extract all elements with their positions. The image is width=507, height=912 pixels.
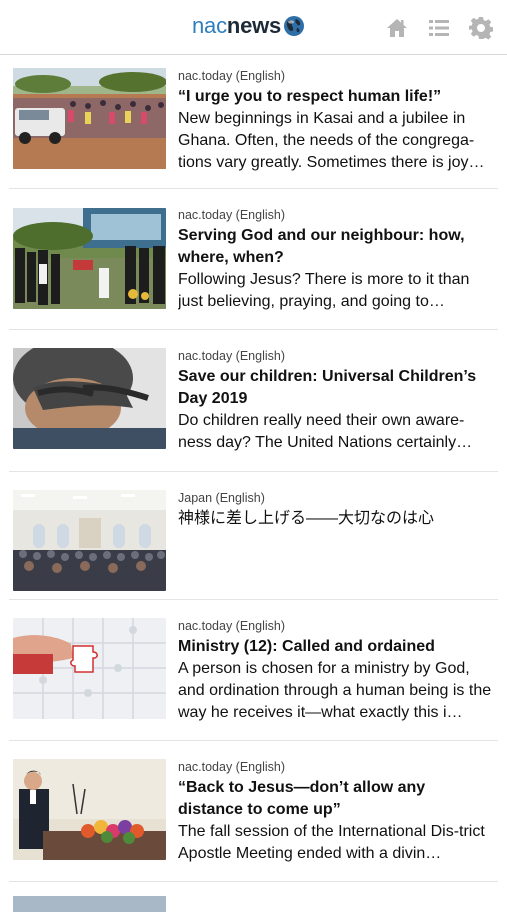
article-item[interactable]: Japan (English) 神様に差し上げる——大切なのは心 bbox=[9, 472, 498, 600]
article-thumbnail bbox=[13, 618, 166, 719]
app-header: nacnews bbox=[0, 0, 507, 55]
gear-icon[interactable] bbox=[469, 16, 493, 40]
article-source: nac.today (English) bbox=[178, 349, 286, 363]
article-thumbnail bbox=[13, 896, 166, 912]
article-title: 神様に差し上げる——大切なのは心 bbox=[178, 510, 435, 527]
article-thumbnail bbox=[13, 490, 166, 591]
nacnews-logo[interactable]: nacnews bbox=[192, 13, 305, 39]
article-title: Serving God and our neighbour: how, wher… bbox=[178, 227, 465, 266]
article-teaser: Following Jesus? There is more to it tha… bbox=[178, 271, 470, 310]
article-teaser: The fall session of the International Di… bbox=[178, 823, 485, 862]
header-actions bbox=[385, 16, 493, 40]
article-thumbnail bbox=[13, 208, 166, 309]
article-title: Save our children: Universal Children’s … bbox=[178, 368, 477, 407]
article-title: “Back to Jesus—don’t allow any distance … bbox=[178, 779, 426, 818]
article-item[interactable]: nac.today (English) “I urge you to respe… bbox=[9, 55, 498, 189]
article-title: Ministry (12): Called and ordained bbox=[178, 638, 435, 655]
article-feed: nac.today (English) “I urge you to respe… bbox=[0, 55, 507, 912]
article-item[interactable]: nac.today (English) “Back to Jesus—don’t… bbox=[9, 741, 498, 882]
article-teaser: New beginnings in Kasai and a jubilee in… bbox=[178, 110, 485, 171]
article-source: nac.today (English) bbox=[178, 208, 286, 222]
article-source: nac.today (English) bbox=[178, 760, 286, 774]
article-thumbnail bbox=[13, 759, 166, 860]
article-item[interactable]: nac.today (English) Serving God and our … bbox=[9, 189, 498, 330]
article-teaser: A person is chosen for a ministry by God… bbox=[178, 660, 492, 721]
home-icon[interactable] bbox=[385, 16, 409, 40]
article-thumbnail bbox=[13, 348, 166, 449]
article-source: nac.today (English) bbox=[178, 69, 286, 83]
article-source: Japan (English) bbox=[178, 491, 265, 505]
article-title: “I urge you to respect human life!” bbox=[178, 88, 442, 105]
next-article-peek[interactable] bbox=[9, 882, 498, 912]
article-item[interactable]: nac.today (English) Ministry (12): Calle… bbox=[9, 600, 498, 741]
list-icon[interactable] bbox=[427, 16, 451, 40]
article-source: nac.today (English) bbox=[178, 619, 286, 633]
article-item[interactable]: nac.today (English) Save our children: U… bbox=[9, 330, 498, 472]
globe-icon bbox=[284, 16, 305, 36]
logo-text: nacnews bbox=[192, 13, 282, 38]
article-thumbnail bbox=[13, 68, 166, 169]
article-teaser: Do children really need their own aware-… bbox=[178, 412, 473, 451]
